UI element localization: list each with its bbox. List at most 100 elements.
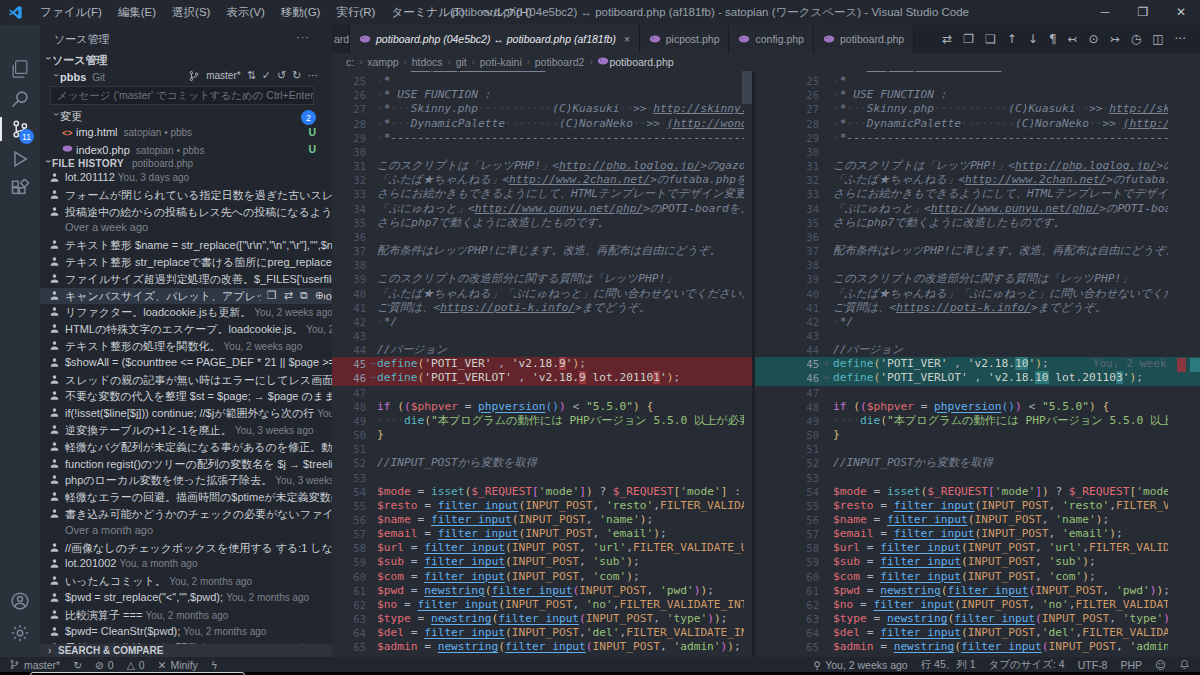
history-commit-row[interactable]: テキスト整形 $name = str_replace(["\r\n","\n",… (40, 237, 332, 254)
status-cursor[interactable]: 行 45、列 1 (921, 658, 976, 672)
diff-pane-modified[interactable]: 24·*···http://poti-k.info/x25·*26·* USE … (755, 71, 1200, 657)
more-icon[interactable]: ··· (1175, 32, 1186, 46)
whitespace-icon[interactable]: ¶ (1049, 32, 1057, 46)
tab-diff[interactable]: potiboard.php (04e5bc2) ↔ potiboard.php … (350, 25, 640, 53)
history-commit-row[interactable]: フォームが閉じられている指定日数を過ぎた古いスレッドへの投稿は... (40, 187, 332, 204)
nav-center-icon[interactable]: ⊙ (1089, 32, 1099, 46)
history-commit-row[interactable]: リファクター。loadcookie.jsも更新。 You, 2 weeks ag… (40, 304, 332, 321)
status-blame[interactable]: ⚲You, 2 weeks ago (813, 659, 907, 671)
history-commit-row[interactable]: 比較演算子 === You, 2 months ago (40, 607, 332, 624)
history-commit-row[interactable]: キャンバスサイズ、パレット、アプレット選択のCooki... ❐⇄⧉⊕ (40, 288, 332, 305)
history-commit-row[interactable]: 書き込み可能かどうかのチェックの必要がないファイルをチェックから... (40, 506, 332, 523)
status-feedback[interactable]: ☺ (1155, 659, 1166, 671)
history-commit-row[interactable]: 投稿途中の絵からの投稿もレス先への投稿になるようにした。 You... (40, 204, 332, 221)
history-commit-row[interactable]: テキスト整形の処理を関数化。 You, 2 weeks ago (40, 338, 332, 355)
status-branch[interactable]: master* (9, 659, 60, 671)
open-file-icon[interactable]: ❏ (985, 32, 996, 46)
history-commit-row[interactable]: HTMLの特殊文字のエスケープ。loadcookie.js。 You, 2 we… (40, 321, 332, 338)
status-bolt[interactable]: ϟ (211, 659, 218, 671)
history-commit-row[interactable]: $pwd = str_replace("<","",$pwd); You, 2 … (40, 590, 332, 607)
status-bell[interactable] (1179, 659, 1190, 670)
changes-section-header[interactable]: ›変更 (52, 109, 332, 126)
settings-icon[interactable] (0, 619, 40, 647)
changed-file-row[interactable]: index0.phpsatopian • pbbsU (62, 143, 332, 159)
file-history-header[interactable]: ›FILE HISTORYpotiboard.php (44, 158, 193, 169)
history-commit-row[interactable]: 逆変換テーブルの+1と-1を廃止。 You, 3 weeks ago (40, 422, 332, 439)
copy-icon[interactable]: ⧉ (300, 289, 308, 302)
open-changes-icon[interactable]: ❐ (963, 32, 974, 46)
more-actions-icon[interactable]: ··· (296, 31, 310, 43)
status-sync[interactable]: ↻ (73, 659, 82, 671)
status-warnings[interactable]: △0 (127, 659, 145, 671)
history-commit-row[interactable]: lot.201002 You, a month ago (40, 556, 332, 573)
sync-changes-icon[interactable]: ⇅ (247, 69, 256, 82)
run-debug-icon[interactable] (0, 145, 40, 173)
history-commit-row[interactable]: ファイルサイズ超過判定処理の改善。$_FILES['userfile']['er… (40, 271, 332, 288)
tab-fragment[interactable]: ard2 (332, 25, 350, 53)
menu-表示(V)[interactable]: 表示(V) (218, 5, 272, 20)
diff-pane-original[interactable]: 24·*···http://poti-k.info/x25·*26·* USE … (332, 71, 752, 657)
minimize-button[interactable]: ─ (1086, 0, 1124, 25)
extensions-icon[interactable] (0, 175, 40, 203)
menu-移動(G)[interactable]: 移動(G) (273, 5, 329, 20)
swap-icon[interactable]: ⇄ (942, 32, 952, 46)
menu-ファイル(F)[interactable]: ファイル(F) (32, 5, 110, 20)
tab-potiboard.php[interactable]: potiboard.php (814, 25, 914, 53)
maximize-button[interactable]: ❐ (1124, 0, 1162, 25)
history-commit-row[interactable]: lot.201112 You, 3 days ago (40, 170, 332, 187)
next-icon[interactable]: ↓ (1028, 32, 1038, 46)
history-commit-row[interactable]: いったんコミット。 You, 2 months ago (40, 573, 332, 590)
history-commit-row[interactable]: 軽微なバグ配列が未定義になる事があるのを修正。動作わかりに... (40, 439, 332, 456)
menu-実行(R)[interactable]: 実行(R) (328, 5, 383, 20)
close-tab-icon[interactable]: × (624, 34, 630, 45)
history-commit-row[interactable]: $showAll = ($counttree <= PAGE_DEF * 21 … (40, 355, 332, 372)
changed-file-row[interactable]: <>img.htmlsatopian • pbbsU (62, 126, 332, 142)
breadcrumb-segment[interactable]: poti-kaini (480, 56, 522, 68)
account-icon[interactable] (0, 587, 40, 615)
status-language[interactable]: PHP (1120, 659, 1142, 671)
tab-picpost.php[interactable]: picpost.php (640, 25, 730, 53)
breadcrumb[interactable]: c:›xampp›htdocs›git›poti-kaini›potiboard… (332, 53, 1200, 71)
history-commit-row[interactable]: 不要な変数の代入を整理 $st = $page; → $page のまま。 Yo… (40, 388, 332, 405)
split-icon[interactable]: ◫ (1152, 32, 1163, 46)
web-icon[interactable]: ⊕ (315, 289, 324, 302)
history-commit-row[interactable]: テキスト整形 str_replaceで書ける箇所にpreg_replaceを使用… (40, 254, 332, 271)
status-tabsize[interactable]: タブのサイズ: 4 (989, 658, 1065, 672)
compare-icon[interactable]: ⇄ (284, 289, 293, 302)
status-errors[interactable]: ⊘0 (95, 659, 114, 671)
search-compare-header[interactable]: ›SEARCH & COMPARE (40, 644, 332, 657)
history-commit-row[interactable]: if(!isset($line[$j])) continue; //$jが範囲外… (40, 405, 332, 422)
history-commit-row[interactable]: function regist()のツリーの配列の変数名を $j → $tree… (40, 456, 332, 473)
scm-section-header[interactable]: ›ソース管理 (44, 53, 108, 68)
diff-editor[interactable]: 24·*···http://poti-k.info/x25·*26·* USE … (332, 71, 1200, 657)
timeline-icon[interactable]: ◷ (1131, 32, 1141, 46)
search-icon[interactable] (0, 85, 40, 113)
refresh-icon[interactable]: ↻ (292, 69, 301, 82)
history-commit-row[interactable]: 軽微なエラーの回避。描画時間の$ptimeが未定義変数になるケ... (40, 489, 332, 506)
explorer-icon[interactable] (0, 55, 40, 83)
breadcrumb-segment[interactable]: potiboard.php (609, 56, 673, 68)
history-commit-row[interactable]: phpのローカル変数を使った拡張子除去。 You, 3 weeks ago (40, 472, 332, 489)
breadcrumb-segment[interactable]: xampp (367, 56, 399, 68)
breadcrumb-segment[interactable]: htdocs (412, 56, 443, 68)
nav-left-icon[interactable]: ↢ (1068, 32, 1078, 46)
commit-check-icon[interactable]: ✓ (262, 69, 271, 82)
tab-config.php[interactable]: config.php (729, 25, 813, 53)
history-commit-row[interactable]: //画像なしのチェックボックスを使用する する:1 しない:0 You, a m… (40, 540, 332, 557)
menu-選択(S)[interactable]: 選択(S) (164, 5, 218, 20)
prev-icon[interactable]: ↑ (1007, 32, 1017, 46)
nav-right-icon[interactable]: ↣ (1110, 32, 1120, 46)
status-encoding[interactable]: UTF-8 (1078, 659, 1108, 671)
open-file-icon[interactable]: ❐ (267, 289, 277, 302)
more-icon[interactable]: ··· (308, 69, 319, 82)
commit-message-input[interactable]: メッセージ ('master' でコミットするための Ctrl+Enter) (50, 86, 314, 105)
breadcrumb-segment[interactable]: git (456, 56, 467, 68)
history-commit-row[interactable]: $pwd= CleanStr($pwd); You, 2 months ago (40, 624, 332, 641)
undo-icon[interactable]: ↺ (277, 69, 286, 82)
breadcrumb-segment[interactable]: potiboard2 (535, 56, 585, 68)
menu-編集(E)[interactable]: 編集(E) (110, 5, 164, 20)
breadcrumb-segment[interactable]: c: (346, 56, 354, 68)
close-button[interactable]: ✕ (1162, 0, 1200, 25)
status-minify[interactable]: ✕Minify (158, 659, 198, 671)
left-scrollbar[interactable] (742, 71, 752, 104)
